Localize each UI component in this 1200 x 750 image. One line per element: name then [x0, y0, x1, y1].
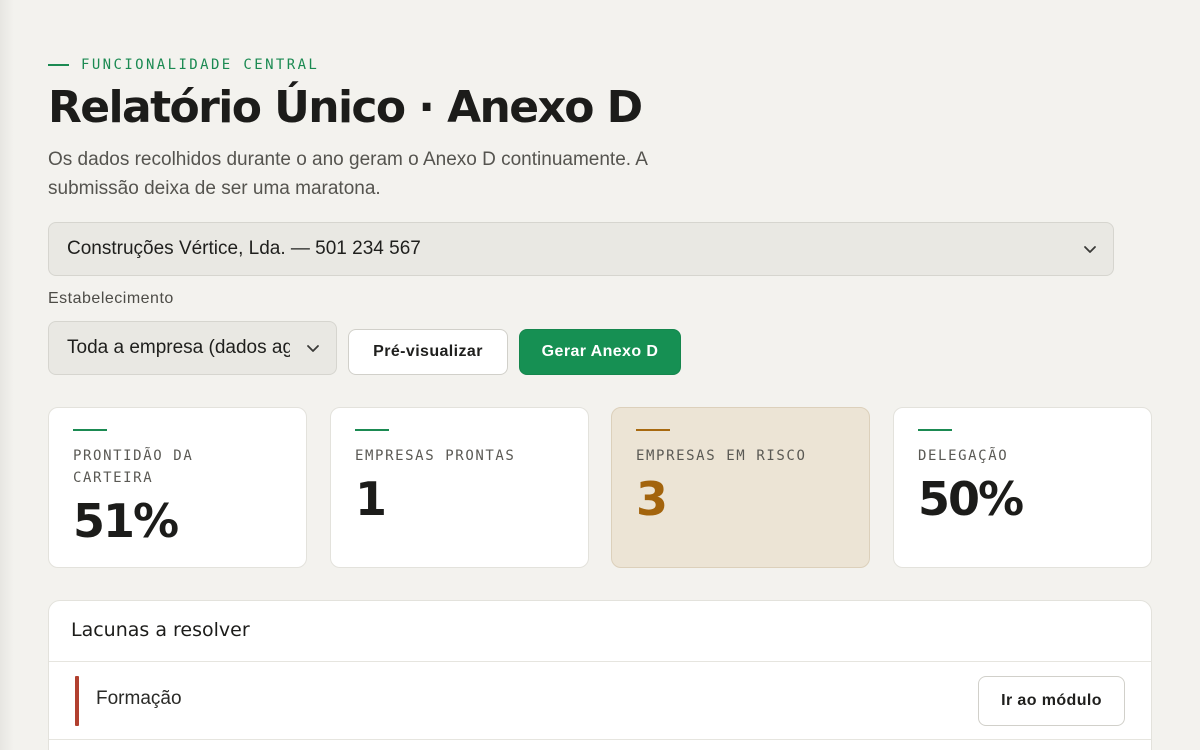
establishment-label: Estabelecimento — [48, 290, 174, 307]
stat-card-portfolio-readiness: PRONTIDÃO DA CARTEIRA 51% — [48, 407, 307, 568]
gaps-panel: Lacunas a resolver Formação Ir ao módulo — [48, 600, 1152, 750]
establishment-select-value: Toda a empresa (dados agregados) — [67, 337, 290, 358]
establishment-select[interactable]: Toda a empresa (dados agregados) — [48, 321, 337, 375]
page-title: Relatório Único · Anexo D — [48, 82, 643, 133]
preview-button[interactable]: Pré-visualizar — [348, 329, 508, 375]
stat-value: 1 — [355, 472, 387, 526]
chevron-down-icon — [1084, 246, 1096, 253]
stat-card-ready-companies: EMPRESAS PRONTAS 1 — [330, 407, 589, 568]
section-eyebrow: FUNCIONALIDADE CENTRAL — [48, 57, 319, 73]
stat-label: EMPRESAS EM RISCO — [636, 448, 807, 464]
stat-accent-bar — [73, 429, 107, 431]
go-to-module-button[interactable]: Ir ao módulo — [978, 676, 1125, 726]
stat-label: DELEGAÇÃO — [918, 448, 1009, 464]
eyebrow-dash — [48, 64, 69, 66]
window-edge-shadow — [0, 0, 14, 750]
severity-indicator — [75, 676, 79, 726]
eyebrow-text: FUNCIONALIDADE CENTRAL — [81, 57, 320, 73]
stat-label: PRONTIDÃO DA CARTEIRA — [73, 448, 194, 486]
chevron-down-icon — [307, 345, 319, 352]
stat-value: 50% — [918, 472, 1024, 526]
company-select-value: Construções Vértice, Lda. — 501 234 567 — [67, 238, 421, 259]
stat-accent-bar — [355, 429, 389, 431]
stat-card-delegation: DELEGAÇÃO 50% — [893, 407, 1152, 568]
stat-accent-bar — [918, 429, 952, 431]
page-subtitle: Os dados recolhidos durante o ano geram … — [48, 149, 647, 199]
gap-name: Formação — [96, 688, 182, 709]
stat-value: 3 — [636, 472, 668, 526]
stat-value: 51% — [73, 494, 179, 548]
stat-label: EMPRESAS PRONTAS — [355, 448, 516, 464]
gap-row: Formação Ir ao módulo — [49, 662, 1151, 740]
gaps-title: Lacunas a resolver — [71, 619, 250, 641]
company-select[interactable]: Construções Vértice, Lda. — 501 234 567 — [48, 222, 1114, 276]
stat-card-companies-at-risk: EMPRESAS EM RISCO 3 — [611, 407, 870, 568]
generate-annex-button[interactable]: Gerar Anexo D — [519, 329, 681, 375]
stat-accent-bar — [636, 429, 670, 431]
